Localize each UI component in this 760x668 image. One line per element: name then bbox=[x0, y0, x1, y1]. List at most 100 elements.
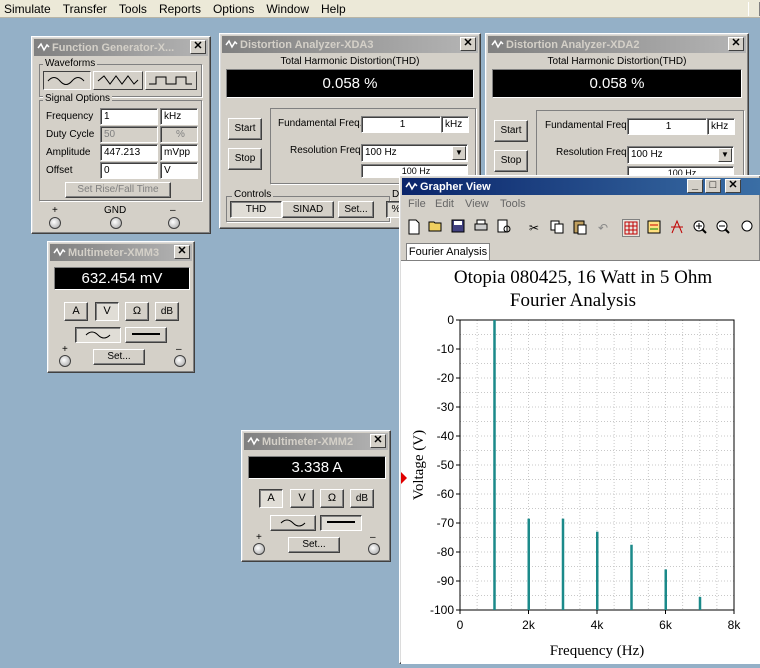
x-tick-label: 6k bbox=[659, 618, 673, 632]
xmm3-titlebar[interactable]: Multimeter-XMM3 bbox=[50, 244, 192, 261]
xmm2-db-button[interactable]: dB bbox=[350, 489, 374, 508]
xmm3-set-button[interactable]: Set... bbox=[93, 349, 145, 365]
xmm3-ac-button[interactable] bbox=[75, 327, 121, 343]
xmm3-close-button[interactable]: ✕ bbox=[174, 245, 190, 259]
menu-options[interactable]: Options bbox=[207, 2, 260, 16]
paste-icon[interactable] bbox=[571, 219, 589, 237]
xmm2-ohm-button[interactable]: Ω bbox=[320, 489, 344, 508]
frequency-unit[interactable]: kHz bbox=[160, 108, 198, 125]
xmm3-voltmeter-button[interactable]: V bbox=[95, 302, 119, 321]
grapher-title: Grapher View bbox=[420, 180, 491, 193]
menu-reports[interactable]: Reports bbox=[153, 2, 207, 16]
xda2-stop-button[interactable]: Stop bbox=[494, 150, 528, 172]
xmm2-dc-button[interactable] bbox=[320, 515, 362, 531]
xda2-start-button[interactable]: Start bbox=[494, 120, 528, 142]
xda3-fund-unit[interactable]: kHz bbox=[441, 116, 469, 133]
xda3-start-button[interactable]: Start bbox=[228, 118, 262, 140]
xda3-fund-input[interactable]: 1 bbox=[361, 116, 441, 133]
plus-terminal[interactable] bbox=[49, 217, 61, 229]
minus-terminal[interactable] bbox=[168, 217, 180, 229]
xmm2-minus-terminal[interactable] bbox=[368, 543, 380, 555]
menu-help[interactable]: Help bbox=[315, 2, 352, 16]
grapher-menu-tools[interactable]: Tools bbox=[500, 198, 526, 210]
menu-bar: Simulate Transfer Tools Reports Options … bbox=[0, 0, 760, 18]
y-tick-label: -50 bbox=[437, 458, 455, 472]
maximize-button[interactable]: □ bbox=[705, 179, 721, 193]
offset-input[interactable]: 0 bbox=[100, 162, 158, 179]
xmm2-ammeter-button[interactable]: A bbox=[259, 489, 283, 508]
grapher-menu-view[interactable]: View bbox=[465, 198, 489, 210]
xda2-close-button[interactable]: ✕ bbox=[728, 37, 744, 51]
xmm3-db-button[interactable]: dB bbox=[155, 302, 179, 321]
xmm2-set-button[interactable]: Set... bbox=[288, 537, 340, 553]
xda2-fund-unit[interactable]: kHz bbox=[707, 118, 735, 135]
print-preview-icon[interactable] bbox=[495, 219, 513, 237]
open-folder-icon[interactable] bbox=[427, 219, 445, 237]
amplitude-label: Amplitude bbox=[46, 147, 91, 158]
grid-icon[interactable] bbox=[622, 219, 640, 237]
cursor-icon[interactable] bbox=[668, 219, 686, 237]
xda3-titlebar[interactable]: Distortion Analyzer-XDA3 bbox=[222, 36, 478, 53]
xda3-sinad-button[interactable]: SINAD bbox=[282, 201, 334, 218]
print-icon[interactable] bbox=[472, 219, 490, 237]
zoom-in-icon[interactable] bbox=[691, 219, 709, 237]
xda2-fund-input[interactable]: 1 bbox=[627, 118, 707, 135]
tab-fourier-analysis[interactable]: Fourier Analysis bbox=[406, 243, 490, 261]
xda3-set-button[interactable]: Set... bbox=[338, 201, 374, 218]
grapher-menu-edit[interactable]: Edit bbox=[435, 198, 454, 210]
xmm2-plus-terminal[interactable] bbox=[253, 543, 265, 555]
chevron-down-icon[interactable]: ▼ bbox=[718, 148, 732, 162]
xmm3-ohm-button[interactable]: Ω bbox=[125, 302, 149, 321]
square-wave-button[interactable] bbox=[145, 71, 197, 90]
function-generator-close-button[interactable]: ✕ bbox=[190, 40, 206, 54]
xmm3-plus-terminal[interactable] bbox=[59, 355, 71, 367]
xda2-res-value: 100 Hz bbox=[631, 149, 663, 160]
grapher-menu-file[interactable]: File bbox=[408, 198, 426, 210]
zoom-reset-icon[interactable] bbox=[737, 219, 759, 237]
instrument-icon bbox=[37, 42, 50, 52]
menu-tools[interactable]: Tools bbox=[113, 2, 153, 16]
legend-icon[interactable] bbox=[645, 219, 663, 237]
minimize-button[interactable]: _ bbox=[687, 179, 703, 193]
xda3-fund-label: Fundamental Freq. bbox=[278, 118, 363, 129]
chevron-down-icon[interactable]: ▼ bbox=[452, 146, 466, 160]
xmm3-minus-terminal[interactable] bbox=[174, 355, 186, 367]
undo-icon[interactable]: ↶ bbox=[594, 219, 612, 237]
cursor-marker-icon[interactable] bbox=[401, 472, 407, 484]
xmm3-dc-button[interactable] bbox=[125, 327, 167, 343]
xmm2-voltmeter-button[interactable]: V bbox=[290, 489, 314, 508]
xmm2-title: Multimeter-XMM2 bbox=[262, 435, 354, 448]
offset-unit[interactable]: V bbox=[160, 162, 198, 179]
save-icon[interactable] bbox=[449, 219, 467, 237]
new-file-icon[interactable] bbox=[405, 219, 423, 237]
cut-icon[interactable]: ✂ bbox=[525, 219, 543, 237]
fourier-chart: Otopia 080425, 16 Watt in 5 OhmFourier A… bbox=[411, 267, 741, 659]
xda2-thd-display: 0.058 % bbox=[492, 69, 742, 98]
xmm2-ac-button[interactable] bbox=[270, 515, 316, 531]
multimeter-xmm2-window: Multimeter-XMM2 ✕ 3.338 A A V Ω dB Set..… bbox=[241, 430, 391, 562]
xda3-res-select[interactable]: 100 Hz ▼ bbox=[361, 144, 468, 162]
frequency-input[interactable]: 1 bbox=[100, 108, 158, 125]
copy-icon[interactable] bbox=[548, 219, 566, 237]
amplitude-input[interactable]: 447.213 bbox=[100, 144, 158, 161]
menu-window[interactable]: Window bbox=[260, 2, 315, 16]
set-rise-fall-button[interactable]: Set Rise/Fall Time bbox=[65, 182, 171, 198]
function-generator-titlebar[interactable]: Function Generator-X... bbox=[34, 39, 208, 56]
menu-transfer[interactable]: Transfer bbox=[57, 2, 113, 16]
menu-simulate[interactable]: Simulate bbox=[0, 2, 57, 16]
xmm2-titlebar[interactable]: Multimeter-XMM2 bbox=[244, 433, 388, 450]
zoom-out-icon[interactable] bbox=[714, 219, 732, 237]
amplitude-unit[interactable]: mVpp bbox=[160, 144, 198, 161]
gnd-terminal[interactable] bbox=[110, 217, 122, 229]
xmm3-ammeter-button[interactable]: A bbox=[64, 302, 88, 321]
xmm2-close-button[interactable]: ✕ bbox=[370, 434, 386, 448]
xda2-res-select[interactable]: 100 Hz ▼ bbox=[627, 146, 734, 164]
triangle-wave-button[interactable] bbox=[93, 71, 143, 90]
sine-wave-button[interactable] bbox=[43, 71, 91, 90]
xda3-title: Distortion Analyzer-XDA3 bbox=[240, 38, 374, 51]
xda2-titlebar[interactable]: Distortion Analyzer-XDA2 bbox=[488, 36, 746, 53]
xda3-stop-button[interactable]: Stop bbox=[228, 148, 262, 170]
xda3-close-button[interactable]: ✕ bbox=[460, 37, 476, 51]
grapher-close-button[interactable]: ✕ bbox=[725, 179, 741, 193]
xda3-thd-button[interactable]: THD bbox=[230, 201, 282, 218]
